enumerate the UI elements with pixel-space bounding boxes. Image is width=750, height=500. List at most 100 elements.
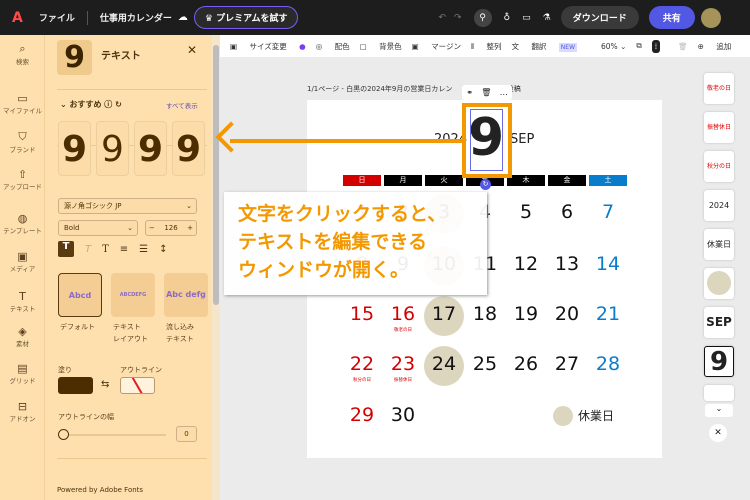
rail-item-elements[interactable]: ◈ 素材 — [0, 325, 45, 348]
layer-thumb[interactable]: 2024 — [704, 190, 734, 221]
outline-width-input[interactable]: 0 — [176, 426, 197, 442]
zoom-select[interactable]: 60% ⌄ — [591, 42, 626, 51]
outline-width-slider[interactable] — [58, 429, 166, 441]
calendar-day[interactable]: 27 — [548, 353, 586, 375]
rail-item-upload[interactable]: ⇧ アップロード — [0, 168, 45, 191]
calendar-day[interactable]: 18 — [466, 303, 504, 325]
month-text[interactable]: SEP — [510, 132, 534, 147]
line-spacing-icon[interactable]: ↕ — [159, 244, 167, 255]
rail-item-template[interactable]: ◍ テンプレート — [0, 212, 45, 235]
share-button[interactable]: 共有 — [648, 6, 695, 29]
layers-expand-button[interactable]: ⌄ — [705, 404, 733, 417]
background-button[interactable]: ▢ 背景色 — [360, 41, 402, 52]
calendar-day[interactable]: 16 — [384, 303, 422, 325]
more-icon[interactable]: … — [500, 88, 508, 97]
fill-color-swatch[interactable] — [58, 377, 93, 394]
style-solid-icon[interactable]: T — [58, 241, 74, 257]
link-icon[interactable]: ⚭ — [466, 88, 473, 97]
download-button[interactable]: ダウンロード — [560, 6, 639, 29]
invite-icon[interactable]: ⚲ — [473, 8, 492, 27]
flask-icon[interactable]: ⚗ — [543, 13, 551, 23]
rail-item-folder[interactable]: ▭ マイファイル — [0, 92, 45, 115]
refresh-icon[interactable]: ↻ — [115, 100, 122, 109]
rotate-handle[interactable]: ↻ — [480, 179, 491, 190]
recommended-toggle[interactable]: ⌄ おすすめ ⓘ ↻ — [60, 99, 122, 110]
font-weight-select[interactable]: Bold ⌄ — [58, 220, 138, 236]
calendar-day[interactable]: 21 — [589, 303, 627, 325]
plus-icon[interactable]: + — [187, 221, 193, 236]
align-center-icon[interactable]: ≡ — [120, 244, 128, 255]
align-button[interactable]: ⫴ 整列 — [471, 41, 502, 52]
calendar-day[interactable]: 29 — [343, 404, 381, 426]
layer-thumb[interactable]: 振替休日 — [704, 112, 734, 143]
minus-icon[interactable]: − — [149, 221, 155, 236]
selection-box[interactable] — [470, 109, 503, 171]
calendar-day[interactable]: 26 — [507, 353, 545, 375]
font-size-stepper[interactable]: − 126 + — [145, 220, 197, 236]
layers-icon[interactable]: ⁞ — [651, 39, 661, 53]
rail-item-brand[interactable]: ⛉ ブランド — [0, 130, 45, 154]
font-sample[interactable]: 9 — [58, 121, 91, 176]
rail-item-media[interactable]: ▣ メディア — [0, 250, 45, 273]
font-family-select[interactable]: 源ノ角ゴシック JP ⌄ — [58, 198, 197, 214]
margin-button[interactable]: ▣ マージン — [412, 41, 461, 52]
text-style-option[interactable]: Abc defg — [164, 273, 208, 317]
layer-thumb[interactable]: SEP — [704, 307, 734, 338]
calendar-day[interactable]: 5 — [507, 201, 545, 223]
layer-thumb[interactable]: 休業日 — [704, 229, 734, 260]
redo-icon[interactable]: ↷ — [454, 13, 462, 23]
resize-button[interactable]: ▣ サイズ変更 ● — [230, 41, 306, 52]
delete-icon[interactable]: 🗑 — [481, 88, 491, 97]
calendar-day[interactable]: 19 — [507, 303, 545, 325]
calendar-day[interactable]: 28 — [589, 353, 627, 375]
style-serif-icon[interactable]: T — [102, 244, 109, 255]
calendar-day[interactable]: 12 — [507, 253, 545, 275]
file-menu[interactable]: ファイル — [39, 11, 75, 24]
calendar-day[interactable]: 17 — [425, 303, 463, 325]
calendar-day[interactable]: 7 — [589, 201, 627, 223]
calendar-day[interactable]: 6 — [548, 201, 586, 223]
translate-button[interactable]: 文 翻訳 NEW — [512, 41, 578, 52]
calendar-day[interactable]: 23 — [384, 353, 422, 375]
add-button[interactable]: ⊕ 追加 — [698, 41, 732, 52]
calendar-day[interactable]: 20 — [548, 303, 586, 325]
try-premium-button[interactable]: ♛ プレミアムを試す — [193, 6, 299, 29]
show-all-link[interactable]: すべて表示 — [166, 100, 198, 110]
text-style-option[interactable]: ABCDEFG — [111, 273, 155, 317]
close-icon[interactable]: ✕ — [187, 43, 197, 57]
layer-thumb[interactable] — [704, 385, 734, 401]
adobe-express-logo-icon[interactable]: A — [12, 10, 23, 26]
color-button[interactable]: ◎ 配色 — [316, 41, 350, 52]
style-italic-icon[interactable]: T — [85, 244, 91, 255]
swap-icon[interactable]: ⇆ — [101, 379, 109, 390]
calendar-day[interactable]: 13 — [548, 253, 586, 275]
calendar-day[interactable]: 22 — [343, 353, 381, 375]
outline-color-swatch[interactable] — [120, 377, 155, 394]
comment-icon[interactable]: ▭ — [522, 13, 531, 23]
undo-icon[interactable]: ↶ — [438, 13, 446, 23]
layer-thumb[interactable] — [704, 268, 734, 299]
font-sample[interactable]: 9 — [134, 121, 167, 176]
layers-close-button[interactable]: ✕ — [709, 424, 727, 442]
lightbulb-icon[interactable]: ♁ — [504, 13, 511, 23]
font-size-value[interactable]: 126 — [164, 224, 177, 232]
text-style-option[interactable]: Abcd — [58, 273, 102, 317]
delete-icon[interactable]: 🗑 — [678, 42, 688, 51]
layer-thumb[interactable]: 9 — [704, 346, 734, 377]
rail-item-grid[interactable]: ▤ グリッド — [0, 362, 45, 385]
list-icon[interactable]: ☰ — [139, 244, 148, 255]
rail-item-text[interactable]: T テキスト — [0, 290, 45, 313]
calendar-day[interactable]: 24 — [425, 353, 463, 375]
calendar-day[interactable]: 14 — [589, 253, 627, 275]
font-sample[interactable]: 9 — [96, 121, 129, 176]
layer-thumb[interactable]: 秋分の日 — [704, 151, 734, 182]
copy-icon[interactable]: ⧉ — [636, 41, 641, 51]
rail-item-addon[interactable]: ⊟ アドオン — [0, 400, 45, 423]
font-sample[interactable]: 9 — [172, 121, 205, 176]
layer-thumb[interactable]: 敬老の日 — [704, 73, 734, 104]
calendar-day[interactable]: 25 — [466, 353, 504, 375]
panel-scrollbar[interactable] — [212, 35, 220, 500]
avatar[interactable] — [700, 7, 721, 28]
document-title[interactable]: 仕事用カレンダー — [100, 11, 172, 24]
info-icon[interactable]: ⓘ — [104, 100, 112, 109]
